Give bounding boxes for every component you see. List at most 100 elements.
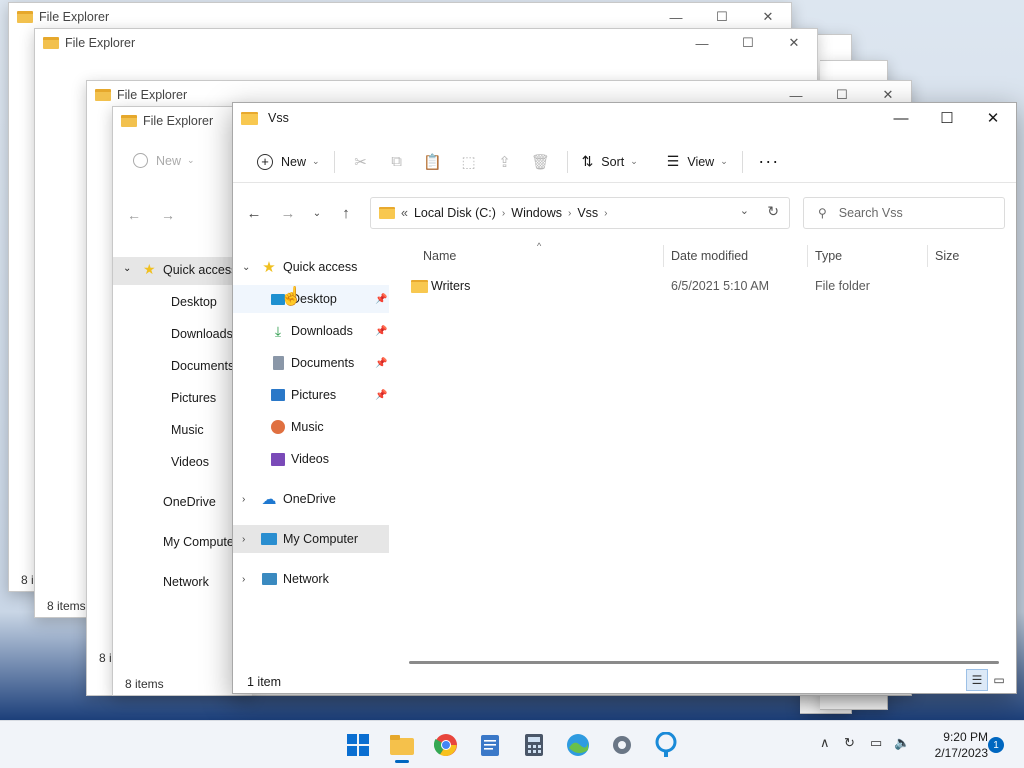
- up-button[interactable]: ↑: [329, 197, 363, 229]
- settings-icon[interactable]: [606, 729, 638, 761]
- nav-item-music[interactable]: Music: [233, 413, 389, 441]
- file-explorer-window[interactable]: Vss — ☐ ✕ + New ⌄ ✂ ⧉ 📋 ⬚ ⇪ 🗑 ⇅ Sort ⌄ ☰…: [232, 102, 1017, 694]
- maximize-icon[interactable]: ☐: [699, 3, 745, 31]
- expand-icon[interactable]: ⌄: [123, 263, 131, 274]
- chevron-up-icon[interactable]: ∧: [820, 735, 830, 751]
- nav-label[interactable]: Network: [163, 575, 209, 589]
- notepad-icon[interactable]: [474, 729, 506, 761]
- new-button[interactable]: + New ⌄: [251, 146, 326, 178]
- pin-icon[interactable]: 📌: [375, 326, 387, 337]
- nav-label[interactable]: OneDrive: [163, 495, 216, 509]
- background-window-4[interactable]: File Explorer New ⌄ ←→ ⌄ ★ Quick access D…: [112, 106, 252, 696]
- nav-network[interactable]: › Network: [233, 565, 389, 593]
- column-type[interactable]: Type: [815, 241, 842, 271]
- command-bar: + New ⌄ ✂ ⧉ 📋 ⬚ ⇪ 🗑 ⇅ Sort ⌄ ☰ View ⌄ ··…: [233, 141, 1016, 183]
- details-view-icon[interactable]: ☰: [966, 669, 988, 691]
- recent-locations-button[interactable]: ⌄: [305, 197, 329, 229]
- minimize-icon[interactable]: —: [679, 29, 725, 57]
- close-button[interactable]: ✕: [970, 103, 1016, 133]
- column-name[interactable]: Name: [423, 241, 456, 271]
- chrome-icon[interactable]: [430, 729, 462, 761]
- breadcrumb-vss[interactable]: Vss: [577, 206, 598, 220]
- column-divider[interactable]: [927, 245, 928, 267]
- folder-icon: [43, 37, 59, 49]
- column-divider[interactable]: [807, 245, 808, 267]
- nav-my-computer[interactable]: › My Computer: [233, 525, 389, 553]
- pin-icon[interactable]: 📌: [375, 390, 387, 401]
- pin-icon[interactable]: 📌: [375, 294, 387, 305]
- horizontal-scrollbar[interactable]: [409, 661, 999, 664]
- nav-item-videos[interactable]: Videos: [233, 445, 389, 473]
- nav-quick-access[interactable]: ⌄ ★ Quick access: [233, 253, 389, 281]
- rename-icon[interactable]: ⬚: [451, 146, 487, 178]
- title-bar[interactable]: Vss — ☐ ✕: [233, 103, 1016, 133]
- chevron-down-icon[interactable]: ⌄: [242, 262, 250, 273]
- nav-label[interactable]: Downloads: [171, 327, 233, 341]
- column-size[interactable]: Size: [935, 241, 959, 271]
- file-row[interactable]: Writers 6/5/2021 5:10 AM File folder: [405, 271, 1005, 301]
- folder-icon: [17, 11, 33, 23]
- address-bar[interactable]: « Local Disk (C:) › Windows › Vss › ⌄ ↻: [370, 197, 790, 229]
- delete-icon[interactable]: 🗑: [523, 146, 559, 178]
- overflow-chevron[interactable]: «: [401, 206, 408, 220]
- calculator-icon[interactable]: [518, 729, 550, 761]
- column-date-modified[interactable]: Date modified: [671, 241, 748, 271]
- search-input[interactable]: ⚲ Search Vss: [803, 197, 1005, 229]
- share-icon[interactable]: ⇪: [487, 146, 523, 178]
- close-icon[interactable]: ✕: [745, 3, 791, 31]
- nav-onedrive[interactable]: › ☁ OneDrive: [233, 485, 389, 513]
- nav-label[interactable]: Quick access: [163, 263, 237, 277]
- close-icon[interactable]: ✕: [771, 29, 817, 57]
- nav-label[interactable]: Pictures: [171, 391, 216, 405]
- copy-icon[interactable]: ⧉: [379, 146, 415, 178]
- sync-icon[interactable]: ↻: [844, 735, 855, 751]
- volume-icon[interactable]: 🔈: [894, 735, 910, 751]
- sort-button[interactable]: ⇅ Sort ⌄: [576, 146, 644, 178]
- column-divider[interactable]: [663, 245, 664, 267]
- chevron-right-icon[interactable]: ›: [242, 494, 245, 505]
- breadcrumb-local-disk[interactable]: Local Disk (C:): [414, 206, 496, 220]
- display-icon[interactable]: ▭: [870, 735, 882, 751]
- forward-button[interactable]: →: [271, 197, 305, 229]
- clock[interactable]: 9:20 PM 2/17/2023: [918, 729, 988, 761]
- nav-item-downloads[interactable]: ⤓ Downloads 📌: [233, 317, 389, 345]
- minimize-button[interactable]: —: [878, 103, 924, 133]
- more-options-button[interactable]: ···: [751, 146, 787, 178]
- nav-label[interactable]: Documents: [171, 359, 234, 373]
- chevron-down-icon: ⌄: [312, 156, 320, 166]
- status-text: 8 items: [47, 599, 86, 613]
- nav-arrows[interactable]: ←→: [127, 207, 195, 223]
- pictures-icon: [270, 387, 286, 403]
- chevron-down-icon[interactable]: ⌄: [740, 204, 749, 217]
- nav-label[interactable]: Desktop: [171, 295, 217, 309]
- breadcrumb-windows[interactable]: Windows: [511, 206, 562, 220]
- pin-icon[interactable]: 📌: [375, 358, 387, 369]
- nav-item-documents[interactable]: Documents 📌: [233, 349, 389, 377]
- nav-label: My Computer: [283, 532, 359, 546]
- paste-icon[interactable]: 📋: [415, 146, 451, 178]
- maximize-icon[interactable]: ☐: [725, 29, 771, 57]
- file-explorer-icon[interactable]: [386, 729, 418, 763]
- file-name: Writers: [431, 279, 471, 293]
- nav-item-desktop[interactable]: Desktop 📌: [233, 285, 389, 313]
- back-button[interactable]: ←: [237, 197, 271, 229]
- notification-badge[interactable]: 1: [988, 737, 1004, 753]
- tiles-view-icon[interactable]: ▭: [988, 669, 1010, 691]
- cut-icon[interactable]: ✂: [343, 146, 379, 178]
- chevron-right-icon[interactable]: ›: [242, 574, 245, 585]
- file-type: File folder: [815, 279, 870, 293]
- photos-icon[interactable]: [562, 729, 594, 761]
- nav-label[interactable]: Videos: [171, 455, 209, 469]
- nav-label[interactable]: My Compute: [163, 535, 234, 549]
- videos-icon: [270, 451, 286, 467]
- nav-item-pictures[interactable]: Pictures 📌: [233, 381, 389, 409]
- minimize-icon[interactable]: —: [653, 3, 699, 31]
- refresh-icon[interactable]: ↻: [767, 203, 779, 220]
- start-icon[interactable]: [342, 729, 374, 761]
- nav-label[interactable]: Music: [171, 423, 204, 437]
- chevron-right-icon[interactable]: ›: [242, 534, 245, 545]
- view-button[interactable]: ☰ View ⌄: [661, 146, 734, 178]
- maximize-button[interactable]: ☐: [924, 103, 970, 133]
- new-button[interactable]: New ⌄: [133, 153, 195, 168]
- cortana-icon[interactable]: [650, 729, 682, 761]
